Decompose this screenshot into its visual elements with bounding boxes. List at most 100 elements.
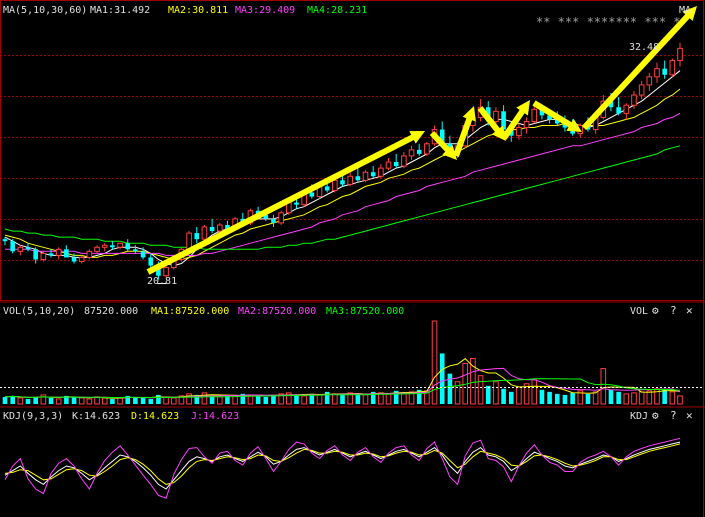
candle-body (362, 171, 369, 181)
volume-bar (216, 396, 223, 405)
vol-ma-line-20 (4, 378, 681, 399)
candle-body (638, 84, 645, 96)
stock-chart-window: MA(5,10,30,60) MA1:31.492 MA2:30.811 MA3… (0, 0, 705, 517)
candle-body (71, 257, 77, 262)
ma2-value: MA2:30.811 (168, 5, 229, 16)
candle-body (623, 104, 630, 114)
volume-bar (623, 393, 630, 405)
vol-ma3-value: MA3:87520.000 (326, 306, 405, 317)
volume-bar (301, 395, 307, 405)
volume-bar (401, 392, 407, 405)
candle-body (324, 186, 330, 191)
volume-bar (539, 389, 545, 404)
trend-arrow (532, 100, 582, 132)
candle-body (662, 68, 667, 75)
candle-body (201, 226, 208, 240)
candle-body (332, 179, 338, 191)
volume-bar (101, 397, 108, 405)
candle-body (148, 257, 154, 266)
volume-bar (501, 388, 506, 404)
ma-line-ma1 (4, 70, 681, 267)
candle-body (347, 175, 353, 185)
main-corner-label: MA (679, 5, 692, 16)
vol-value: 87520.000 (84, 306, 139, 317)
candle-body (117, 242, 123, 248)
candle-body (278, 212, 284, 224)
candle-body (309, 192, 315, 197)
stock-name-masked: ** *** ******* *** * (536, 15, 681, 29)
volume-bar (33, 396, 38, 404)
ma-indicator-label: MA(5,10,30,60) (3, 5, 88, 16)
chart-canvas[interactable] (0, 0, 705, 517)
candle-body (125, 243, 131, 250)
volume-bar (94, 396, 100, 405)
volume-bar (117, 397, 123, 405)
candle-body (646, 76, 653, 86)
volume-bar (485, 385, 491, 404)
vol-indicator-label: VOL(5,10,20) (3, 306, 76, 317)
vol-ma2-value: MA2:87520.000 (238, 306, 317, 317)
candle-body (110, 245, 115, 248)
candle-body (616, 107, 621, 114)
volume-bar (148, 398, 154, 404)
volume-bar (562, 394, 568, 404)
volume-bar (316, 394, 323, 405)
vol-help-icon[interactable]: ? (670, 305, 677, 317)
volume-bar (48, 397, 54, 404)
candle-body (271, 218, 276, 223)
candle-body (654, 68, 660, 78)
candle-body (370, 172, 376, 177)
trend-arrow (146, 131, 425, 275)
kdj-gear-icon[interactable]: ⚙ (652, 410, 659, 422)
volume-bar (646, 390, 653, 405)
volume-bar (431, 320, 438, 405)
volume-bar (25, 398, 31, 404)
volume-bar (477, 375, 484, 405)
candle-body (163, 267, 169, 277)
candle-body (140, 251, 146, 258)
candle-body (294, 202, 299, 205)
volume-bar (662, 389, 667, 404)
volume-bar (340, 394, 345, 404)
ma3-value: MA3:29.409 (235, 5, 296, 16)
candle-body (10, 241, 15, 252)
kdj-close-icon[interactable]: ✕ (686, 410, 693, 422)
candle-body (669, 60, 676, 76)
volume-bar (669, 391, 676, 405)
high-price-label: 32.48 (629, 42, 660, 53)
volume-bar (332, 393, 338, 405)
volume-bar (71, 396, 77, 404)
volume-bar (439, 353, 445, 404)
candle-body (194, 233, 200, 240)
volume-bar (17, 397, 24, 405)
volume-bar (324, 391, 330, 404)
vol-gear-icon[interactable]: ⚙ (652, 305, 659, 317)
kdj-d-value: D:14.623 (131, 411, 180, 422)
volume-bar (531, 379, 538, 405)
vol-close-icon[interactable]: ✕ (686, 305, 693, 317)
candle-body (78, 256, 85, 262)
volume-bar (508, 391, 514, 404)
volume-bar (592, 391, 599, 405)
volume-bar (493, 381, 499, 405)
volume-bar (608, 389, 614, 404)
volume-bar (516, 386, 522, 405)
candle-body (25, 247, 31, 250)
kdj-line-j (4, 437, 681, 499)
volume-bar (616, 391, 621, 404)
candle-body (408, 149, 415, 157)
kdj-corner-label: KDJ (630, 411, 649, 422)
volume-bar (585, 393, 591, 404)
candle-body (340, 180, 345, 185)
vol-ma1-value: MA1:87520.000 (151, 306, 230, 317)
candle-body (385, 161, 392, 169)
volume-bar (570, 392, 575, 404)
volume-bar (677, 395, 683, 405)
candle-body (64, 249, 69, 258)
volume-bar (110, 398, 115, 404)
volume-bar (78, 397, 85, 405)
candle-body (424, 143, 430, 155)
kdj-help-icon[interactable]: ? (670, 410, 677, 422)
ma4-value: MA4:28.231 (307, 5, 368, 16)
ma-line-ma4 (4, 145, 681, 250)
